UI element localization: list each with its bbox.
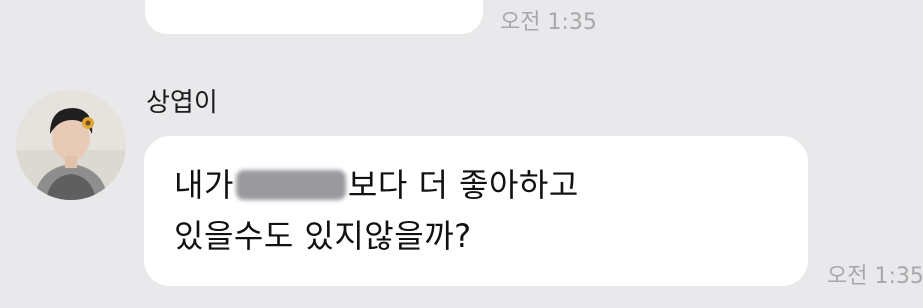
message-line-1-start: 내가 [174,166,234,204]
sender-avatar[interactable] [16,90,126,200]
previous-message-bubble[interactable] [145,0,483,34]
previous-message-time: 오전 1:35 [500,10,597,35]
chat-message-row: 상엽이 내가 보다 더 좋아하고 있을수도 있지않을까? 오전 1:35 [0,80,923,308]
avatar-photo-icon [16,90,126,200]
message-bubble[interactable]: 내가 보다 더 좋아하고 있을수도 있지않을까? [144,136,808,286]
redacted-text [235,170,346,200]
message-line-2: 있을수도 있지않을까? [174,217,472,255]
message-line-1: 내가 보다 더 좋아하고 [174,160,579,211]
message-line-1-end: 보다 더 좋아하고 [347,166,579,204]
message-time: 오전 1:35 [827,264,923,289]
sender-name: 상엽이 [146,88,218,118]
message-text: 내가 보다 더 좋아하고 있을수도 있지않을까? [174,160,579,262]
